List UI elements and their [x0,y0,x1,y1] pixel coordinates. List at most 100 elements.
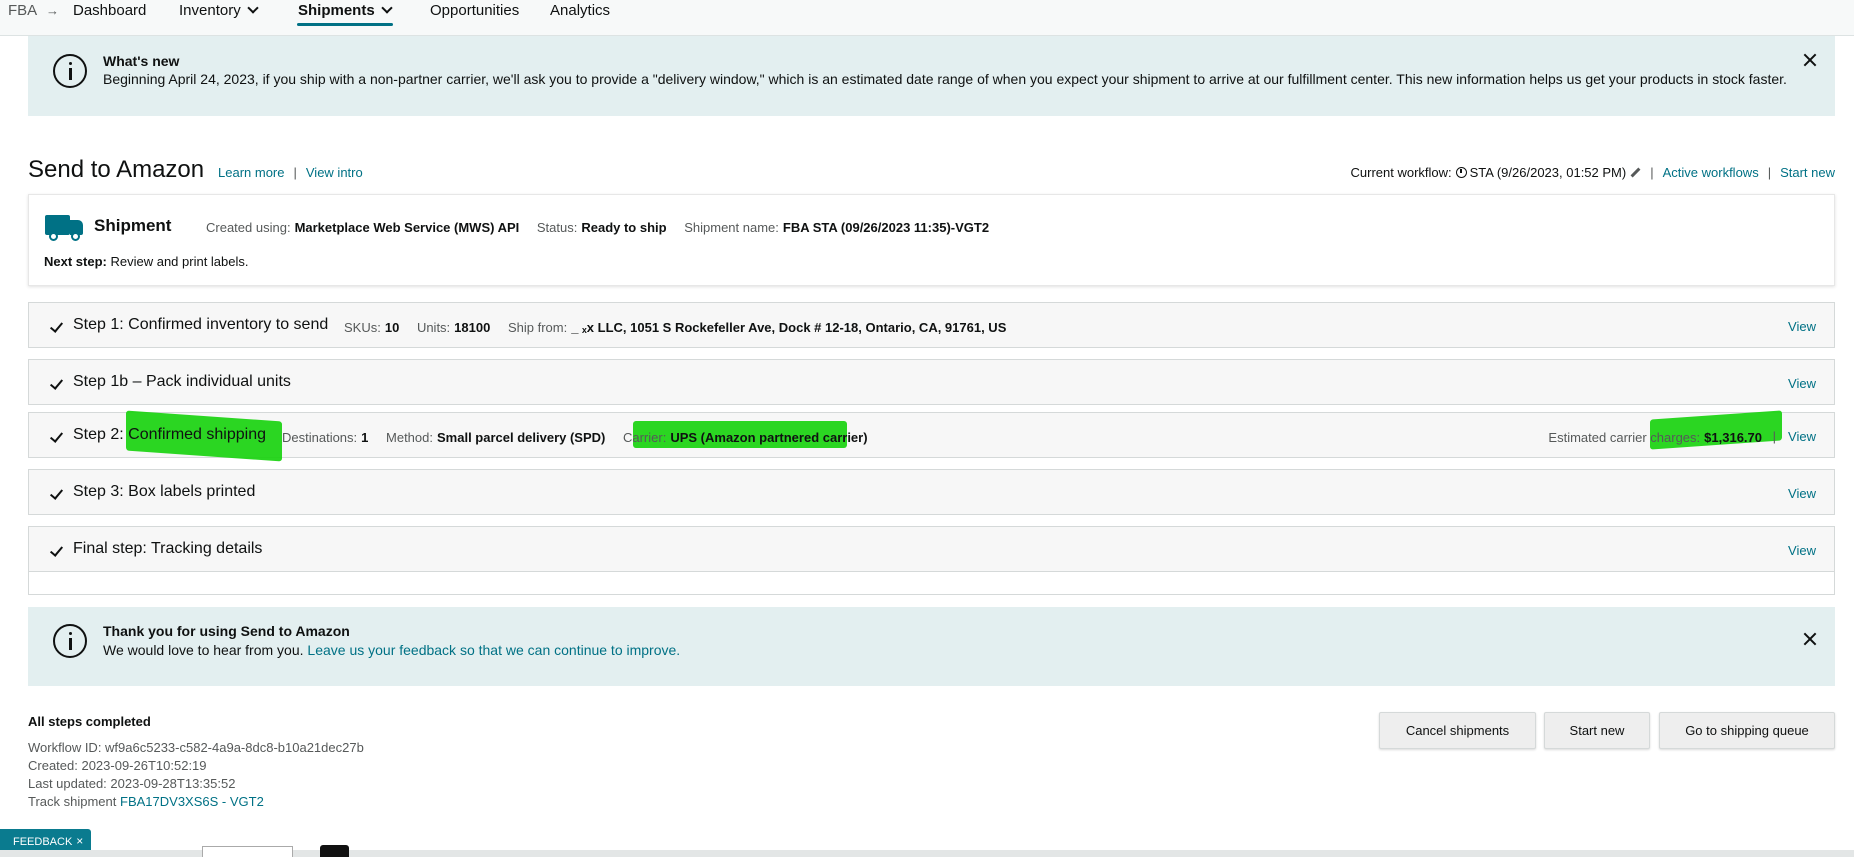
step-1-row: Step 1: Confirmed inventory to send SKUs… [28,302,1835,348]
check-icon [49,543,64,557]
nav-opportunities[interactable]: Opportunities [430,2,519,19]
nav-shipments-label: Shipments [298,2,375,19]
next-step-label: Next step: [44,254,107,269]
feedback-link[interactable]: Leave us your feedback so that we can co… [307,642,680,658]
units-value: 18100 [454,320,491,335]
charges-value: $1,316.70 [1704,430,1762,445]
status-label: Status: [536,220,578,235]
clock-icon [1455,167,1467,178]
banner-title: What's new [103,53,180,69]
chevron-down-icon [381,2,393,14]
nav-inventory[interactable]: Inventory [179,2,259,19]
charges-label: Estimated carrier charges: [1548,430,1701,445]
created-value: Marketplace Web Service (MWS) API [294,220,520,235]
status-value: Ready to ship [581,220,667,235]
step-1-meta: SKUs: 10 Units: 18100 Ship from: _ ₓx LLC, … [344,320,1020,335]
workflow-id: Workflow ID: wf9a6c5233-c582-4a9a-8dc8-b… [28,740,364,755]
workflow-bar: Current workflow: STA (9/26/2023, 01:52 P… [1351,165,1836,180]
view-link[interactable]: View [1788,376,1816,391]
updated-date: Last updated: 2023-09-28T13:35:52 [28,776,236,791]
step-2-row: Step 2: Confirmed shipping Destinations:… [28,410,1835,462]
nav-dashboard[interactable]: Dashboard [73,2,146,19]
carrier-charges: Estimated carrier charges: $1,316.70 [1548,430,1762,445]
nav-inventory-label: Inventory [179,2,241,19]
current-workflow: STA (9/26/2023, 01:52 PM) [1469,165,1627,180]
check-icon [49,319,64,333]
active-tab-underline [297,23,393,26]
track-label: Track shipment [28,794,117,809]
nav-shipments[interactable]: Shipments [298,2,393,19]
separator: | [293,165,297,180]
step-title: Step 2: Confirmed shipping [73,426,266,443]
step-title: Step 1b – Pack individual units [73,373,291,390]
next-step: Next step: Review and print labels. [44,254,249,269]
method-value: Small parcel delivery (SPD) [437,430,606,445]
step-footer-space [28,572,1835,595]
start-new-button[interactable]: Start new [1544,712,1650,749]
carrier-label: Carrier: [622,430,667,445]
check-icon [49,376,64,390]
step-3-row: Step 3: Box labels printed View [28,469,1835,515]
step-title: Final step: Tracking details [73,540,263,557]
step-2-meta: Destinations: 1 Method: Small parcel deliv… [282,430,882,445]
info-icon [53,624,87,658]
cancel-shipments-button[interactable]: Cancel shipments [1379,712,1536,749]
final-step-row: Final step: Tracking details View [28,526,1835,572]
truck-icon [45,215,85,241]
shipment-card: Shipment Created using: Marketplace Web S… [28,194,1835,286]
info-icon [53,54,87,88]
check-icon [49,429,64,443]
units-label: Units: [416,320,451,335]
chevron-down-icon [247,2,259,14]
active-workflows-link[interactable]: Active workflows [1663,165,1759,180]
view-link[interactable]: View [1788,429,1816,444]
banner-text: Beginning April 24, 2023, if you ship wi… [103,71,1787,87]
separator: | [1650,165,1654,180]
whats-new-banner: What's new Beginning April 24, 2023, if … [28,36,1835,116]
top-nav: FBA → Dashboard Inventory Shipments Oppo… [0,0,1854,36]
step-title: Step 3: Box labels printed [73,483,256,500]
shipping-queue-button[interactable]: Go to shipping queue [1659,712,1835,749]
nav-analytics[interactable]: Analytics [550,2,610,19]
skus-label: SKUs: [344,320,381,335]
banner-title: Thank you for using Send to Amazon [103,623,350,639]
separator: | [1767,165,1772,180]
check-icon [49,486,64,500]
bottom-input[interactable] [202,846,293,857]
view-link[interactable]: View [1788,486,1816,501]
feedback-text: We would love to hear from you. [103,642,304,658]
skus-value: 10 [384,320,400,335]
separator: | [1772,429,1776,444]
destinations-label: Destinations: [282,430,358,445]
shipment-meta: Created using: Marketplace Web Service (M… [206,220,1003,235]
nav-fba[interactable]: FBA [8,2,37,19]
learn-more-link[interactable]: Learn more [218,165,284,180]
next-step-value: Review and print labels. [110,254,249,269]
view-link[interactable]: View [1788,543,1816,558]
banner-text: We would love to hear from you. Leave us… [103,642,680,658]
track-shipment: Track shipment FBA17DV3XS6S - VGT2 [28,794,264,809]
feedback-banner: Thank you for using Send to Amazon We wo… [28,607,1835,686]
ship-from-value: _ ₓx LLC, 1051 S Rockefeller Ave, Dock #… [571,320,1007,335]
start-new-link[interactable]: Start new [1780,165,1835,180]
shipment-name-label: Shipment name: [684,220,779,235]
bottom-icon [320,845,349,857]
breadcrumb-arrow-icon: → [46,3,59,18]
close-icon[interactable] [1803,53,1817,67]
workflow-label: Current workflow: [1350,165,1452,180]
page-title: Send to Amazon [28,156,205,183]
method-label: Method: [386,430,433,445]
summary-title: All steps completed [28,714,151,729]
track-link[interactable]: FBA17DV3XS6S - VGT2 [120,794,264,809]
step-1b-row: Step 1b – Pack individual units View [28,359,1835,405]
pencil-icon[interactable] [1630,167,1641,178]
close-icon[interactable] [1803,632,1817,646]
carrier-value: UPS (Amazon partnered carrier) [670,430,868,445]
created-date: Created: 2023-09-26T10:52:19 [28,758,207,773]
view-intro-link[interactable]: View intro [306,165,363,180]
shipment-title: Shipment [94,216,172,235]
view-link[interactable]: View [1788,319,1816,334]
close-icon[interactable]: × [76,834,83,848]
ship-from-label: Ship from: [507,320,568,335]
step-title: Step 1: Confirmed inventory to send [73,316,329,333]
